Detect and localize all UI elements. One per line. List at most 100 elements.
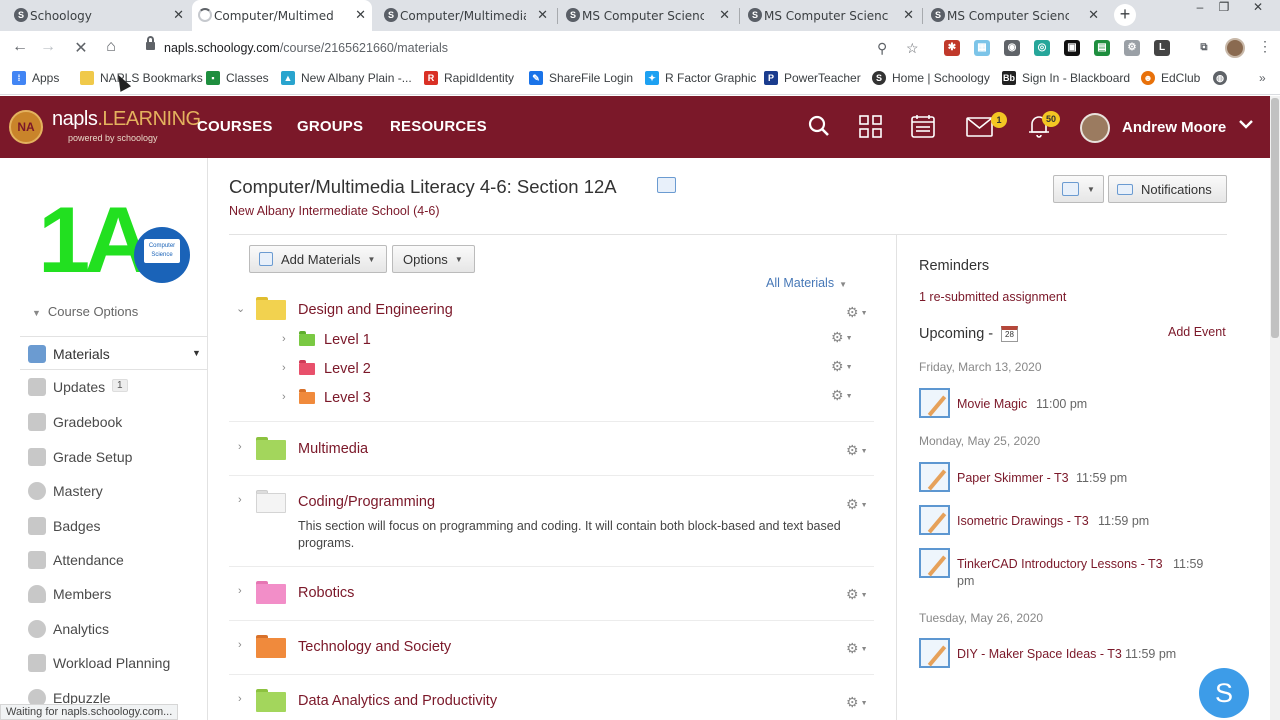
bookmark-classes[interactable]: ▪ Classes — [206, 71, 269, 85]
course-picture[interactable]: 1A Computer Science — [38, 193, 190, 288]
event-title[interactable]: DIY - Maker Space Ideas - T3 — [957, 647, 1122, 661]
view-toggle-button[interactable]: ▼ — [1053, 175, 1104, 203]
notifications-button[interactable]: Notifications — [1108, 175, 1227, 203]
gear-icon[interactable]: ⚙ ▼ — [846, 640, 868, 657]
sidebar-item-gradebook[interactable]: Gradebook — [20, 405, 208, 439]
bookmark-blackboard[interactable]: Bb Sign In - Blackboard — [1002, 71, 1130, 85]
bookmark-r-factor[interactable]: ✦ R Factor Graphic — [645, 71, 756, 85]
bookmark-apps[interactable]: ⁞ Apps — [12, 71, 59, 85]
sidebar-item-updates[interactable]: Updates 1 — [20, 370, 208, 404]
sidebar-item-materials[interactable]: Materials ▼ — [20, 336, 208, 370]
school-link[interactable]: New Albany Intermediate School (4-6) — [229, 204, 440, 218]
collapse-chevron-icon[interactable]: ⌄ — [236, 302, 245, 315]
folder-title[interactable]: Technology and Society — [298, 639, 451, 655]
course-info-icon[interactable] — [657, 177, 676, 193]
sidebar-item-members[interactable]: Members — [20, 577, 208, 611]
caret-down-icon[interactable]: ▼ — [192, 348, 201, 358]
sidebar-item-attendance[interactable]: Attendance — [20, 543, 208, 577]
gear-icon[interactable]: ⚙ ▼ — [831, 329, 853, 346]
stop-loading-icon[interactable]: ✕ — [70, 38, 92, 58]
folder-title[interactable]: Robotics — [298, 585, 354, 601]
extension-icon[interactable]: ⚙ — [1124, 40, 1140, 56]
sidebar-item-analytics[interactable]: Analytics — [20, 612, 208, 646]
gear-icon[interactable]: ⚙ ▼ — [846, 442, 868, 459]
bookmark-napls[interactable]: NAPLS Bookmarks — [80, 71, 203, 85]
browser-tab[interactable]: S MS Computer Science: Section 1 ✕ — [560, 0, 736, 31]
back-arrow-icon[interactable]: ← — [9, 38, 31, 58]
close-tab-icon[interactable]: ✕ — [537, 7, 548, 23]
folder-title[interactable]: Multimedia — [298, 441, 368, 457]
bookmark-rapididentity[interactable]: R RapidIdentity — [424, 71, 514, 85]
close-tab-icon[interactable]: ✕ — [719, 7, 730, 23]
expand-chevron-icon[interactable]: › — [238, 494, 242, 506]
app-grid-icon[interactable] — [859, 115, 882, 143]
sidebar-item-mastery[interactable]: Mastery — [20, 474, 208, 508]
add-materials-button[interactable]: Add Materials ▼ — [249, 245, 387, 273]
nav-courses[interactable]: COURSES — [197, 118, 273, 135]
event-title[interactable]: Movie Magic — [957, 397, 1027, 411]
new-tab-button[interactable]: + — [1114, 4, 1136, 26]
search-icon[interactable] — [808, 115, 830, 142]
expand-chevron-icon[interactable]: › — [282, 333, 286, 345]
extension-icon[interactable]: ✱ — [944, 40, 960, 56]
gear-icon[interactable]: ⚙ ▼ — [846, 586, 868, 603]
bookmark-home-schoology[interactable]: S Home | Schoology — [872, 71, 990, 85]
course-options-toggle[interactable]: ▼ Course Options — [32, 304, 138, 319]
nav-groups[interactable]: GROUPS — [297, 118, 363, 135]
event-title[interactable]: TinkerCAD Introductory Lessons - T3 — [957, 557, 1163, 571]
expand-chevron-icon[interactable]: › — [238, 585, 242, 597]
subfolder-title[interactable]: Level 3 — [324, 390, 371, 406]
expand-chevron-icon[interactable]: › — [282, 362, 286, 374]
home-icon[interactable]: ⌂ — [100, 38, 122, 58]
gear-icon[interactable]: ⚙ ▼ — [846, 496, 868, 513]
user-name[interactable]: Andrew Moore — [1122, 119, 1226, 136]
browser-tab[interactable]: S MS Computer Science: Section 3 ✕ — [925, 0, 1105, 31]
gear-icon[interactable]: ⚙ ▼ — [846, 694, 868, 711]
sidebar-item-badges[interactable]: Badges — [20, 509, 208, 543]
add-event-link[interactable]: Add Event — [1168, 325, 1226, 339]
folder-title[interactable]: Design and Engineering — [298, 302, 453, 318]
expand-chevron-icon[interactable]: › — [238, 693, 242, 705]
bookmark-sharefile[interactable]: ✎ ShareFile Login — [529, 71, 633, 85]
event-title[interactable]: Isometric Drawings - T3 — [957, 514, 1089, 528]
expand-chevron-icon[interactable]: › — [238, 639, 242, 651]
chat-launcher-button[interactable]: S — [1199, 668, 1249, 718]
gear-icon[interactable]: ⚙ ▼ — [831, 387, 853, 404]
expand-chevron-icon[interactable]: › — [282, 391, 286, 403]
url-text[interactable]: napls.schoology.com/course/2165621660/ma… — [164, 41, 448, 55]
extension-icon[interactable]: L — [1154, 40, 1170, 56]
lock-icon[interactable] — [146, 36, 155, 51]
calendar-icon[interactable]: 28 — [1001, 326, 1018, 342]
messages-icon[interactable] — [966, 117, 993, 142]
bookmark-globe[interactable]: ◍ — [1213, 71, 1233, 85]
browser-tab-active[interactable]: Computer/Multimedia Literacy 4-6 ✕ — [192, 0, 372, 31]
cast-icon[interactable]: ⧉ — [1196, 40, 1212, 56]
subfolder-title[interactable]: Level 2 — [324, 361, 371, 377]
bookmark-new-albany[interactable]: ▲ New Albany Plain -... — [281, 71, 412, 85]
folder-title[interactable]: Data Analytics and Productivity — [298, 693, 497, 709]
close-tab-icon[interactable]: ✕ — [1088, 7, 1099, 23]
bookmark-edclub[interactable]: ☻ EdClub — [1141, 71, 1200, 85]
close-window-icon[interactable]: ✕ — [1244, 0, 1272, 18]
calendar-icon[interactable] — [911, 114, 935, 143]
options-button[interactable]: Options ▼ — [392, 245, 475, 273]
scrollbar-thumb[interactable] — [1271, 98, 1279, 338]
bookmark-powerteacher[interactable]: P PowerTeacher — [764, 71, 861, 85]
close-tab-icon[interactable]: ✕ — [903, 7, 914, 23]
extension-icon[interactable]: ▤ — [1094, 40, 1110, 56]
browser-profile-avatar[interactable] — [1225, 38, 1245, 58]
site-logo[interactable]: napls.LEARNING — [52, 108, 201, 131]
bookmarks-overflow-icon[interactable]: » — [1259, 71, 1266, 85]
reminder-link[interactable]: 1 re-submitted assignment — [919, 290, 1066, 304]
close-tab-icon[interactable]: ✕ — [355, 7, 366, 23]
district-seal-icon[interactable]: NA — [9, 110, 43, 144]
extension-icon[interactable]: ▦ — [974, 40, 990, 56]
close-tab-icon[interactable]: ✕ — [173, 7, 184, 23]
zoom-icon[interactable]: ⚲ — [877, 40, 887, 57]
browser-menu-icon[interactable]: ⋮ — [1258, 38, 1272, 55]
forward-arrow-icon[interactable]: → — [37, 38, 59, 58]
browser-tab[interactable]: S Computer/Multimedia Literacy 4-6 ✕ — [378, 0, 554, 31]
chevron-down-icon[interactable] — [1238, 116, 1254, 135]
event-title[interactable]: Paper Skimmer - T3 — [957, 471, 1069, 485]
gear-icon[interactable]: ⚙ ▼ — [831, 358, 853, 375]
